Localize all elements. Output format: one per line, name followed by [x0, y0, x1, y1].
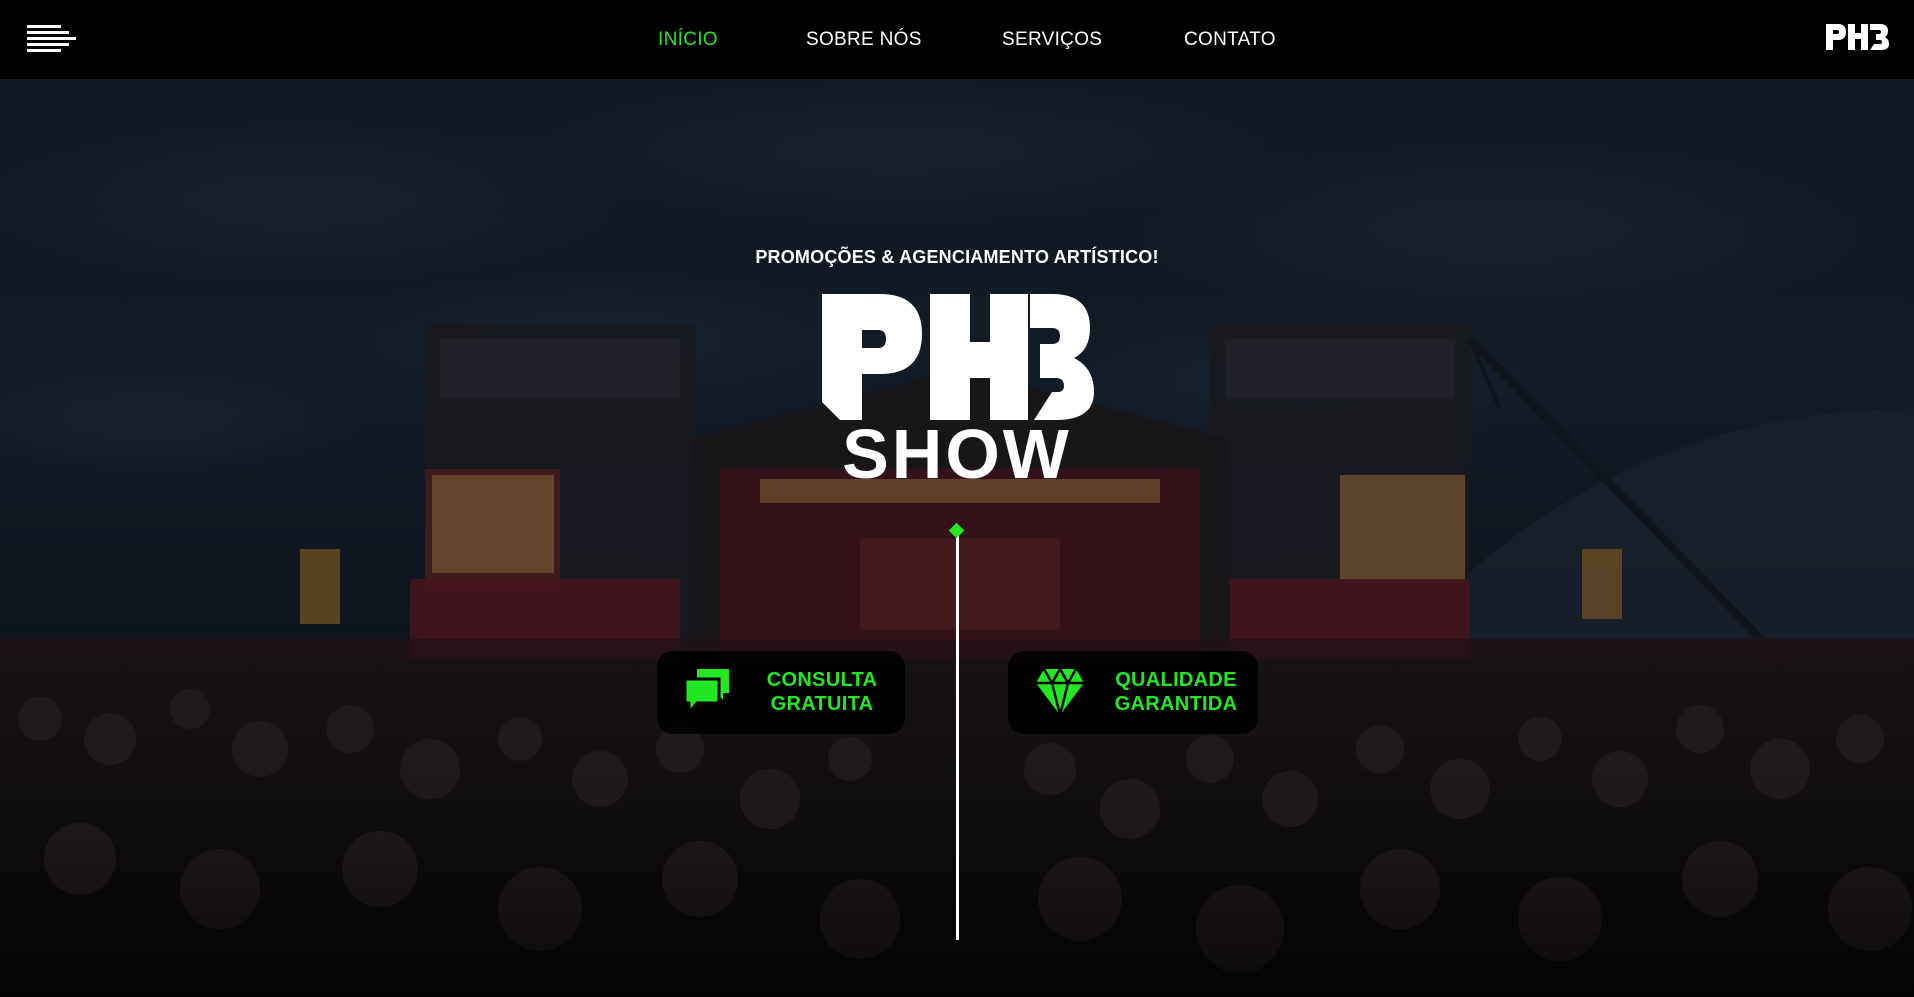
- feature-card-consulta[interactable]: CONSULTA GRATUITA: [657, 651, 905, 734]
- diamond-icon: [1036, 666, 1084, 716]
- phb-show-logo-icon: SHOW: [822, 294, 1094, 482]
- show-logo-text: SHOW: [842, 415, 1072, 482]
- feature-label-consulta: CONSULTA GRATUITA: [757, 668, 887, 716]
- hero-tagline: PROMOÇÕES & AGENCIAMENTO ARTÍSTICO!: [755, 247, 1159, 267]
- nav-link-contato[interactable]: CONTATO: [1184, 29, 1276, 51]
- nav-links: INÍCIO SOBRE NÓS SERVIÇOS CONTATO: [0, 0, 1914, 79]
- nav-link-sobre-nos[interactable]: SOBRE NÓS: [806, 29, 922, 51]
- feature-card-qualidade[interactable]: QUALIDADE GARANTIDA: [1008, 651, 1258, 734]
- page: INÍCIO SOBRE NÓS SERVIÇOS CONTATO PROMOÇ…: [0, 0, 1914, 997]
- top-navbar: INÍCIO SOBRE NÓS SERVIÇOS CONTATO: [0, 0, 1914, 79]
- feature-line2: GRATUITA: [770, 693, 874, 715]
- nav-link-inicio[interactable]: INÍCIO: [658, 29, 718, 51]
- feature-line1: CONSULTA: [766, 669, 878, 691]
- chat-bubbles-icon: [683, 669, 729, 717]
- phb-logo-icon[interactable]: [1824, 22, 1890, 54]
- feature-label-qualidade: QUALIDADE GARANTIDA: [1108, 668, 1244, 716]
- nav-link-servicos[interactable]: SERVIÇOS: [1002, 29, 1102, 51]
- hero-section: PROMOÇÕES & AGENCIAMENTO ARTÍSTICO! SHOW…: [0, 79, 1914, 997]
- feature-line1: QUALIDADE: [1115, 669, 1237, 691]
- center-divider-line: [956, 530, 959, 940]
- feature-line2: GARANTIDA: [1114, 693, 1238, 715]
